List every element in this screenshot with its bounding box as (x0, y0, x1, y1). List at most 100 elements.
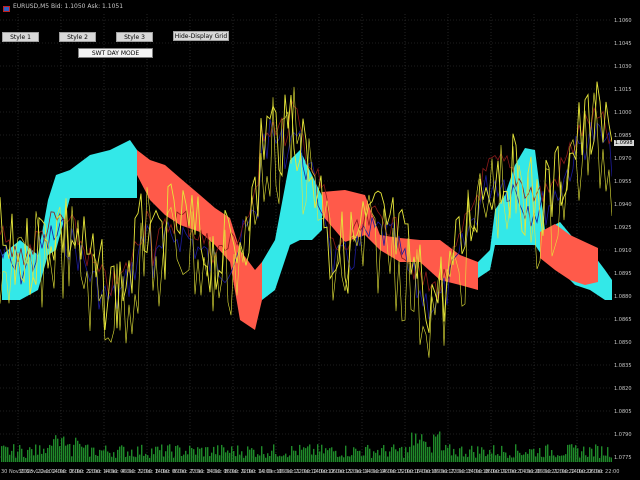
volume-bar (183, 454, 185, 462)
style-3-button[interactable]: Style 3 (116, 32, 153, 42)
chart-title: EURUSD,M5 Bid: 1.1050 Ask: 1.1051 (13, 3, 124, 10)
volume-bar (507, 457, 509, 462)
price-axis-label: 1.0835 (614, 363, 632, 369)
volume-bar (405, 447, 407, 462)
volume-bar (557, 455, 559, 462)
volume-bar (371, 457, 373, 462)
volume-bar (311, 454, 313, 462)
hide-display-grid-button[interactable]: Hide-Display Grid (173, 31, 229, 41)
volume-bar (299, 444, 301, 462)
volume-bar (315, 454, 317, 462)
chart-plot-area[interactable] (0, 0, 612, 480)
volume-bar (17, 451, 19, 462)
volume-bar (27, 449, 29, 462)
volume-bar (305, 448, 307, 462)
volume-bar (43, 448, 45, 462)
volume-bar (97, 455, 99, 462)
volume-bar (461, 446, 463, 462)
volume-bar (347, 456, 349, 462)
volume-bar (455, 454, 457, 462)
volume-bar (101, 450, 103, 462)
volume-bar (515, 444, 517, 462)
chart-title-bar: EURUSD,M5 Bid: 1.1050 Ask: 1.1051 (0, 0, 612, 13)
volume-bar (499, 455, 501, 462)
volume-bar (211, 452, 213, 462)
volume-bar (191, 448, 193, 462)
price-axis-label: 1.0940 (614, 202, 632, 208)
volume-bar (593, 456, 595, 462)
volume-bar (307, 446, 309, 462)
volume-bar (559, 455, 561, 462)
price-axis-label: 1.0850 (614, 340, 632, 346)
volume-bar (253, 449, 255, 462)
volume-bar (533, 448, 535, 462)
volume-bar (173, 457, 175, 462)
price-axis-label: 1.1060 (614, 18, 632, 24)
volume-bar (83, 447, 85, 462)
volume-bar (283, 455, 285, 462)
volume-bar (413, 445, 415, 462)
volume-bar (251, 448, 253, 462)
volume-bar (397, 451, 399, 462)
volume-bar (89, 456, 91, 462)
price-axis-label: 1.0985 (614, 133, 632, 139)
volume-bar (525, 452, 527, 462)
swt-day-mode-button[interactable]: SWT DAY MODE (78, 48, 153, 58)
price-axis-label: 1.1045 (614, 41, 632, 47)
chart-window[interactable]: EURUSD,M5 Bid: 1.1050 Ask: 1.1051 Style … (0, 0, 640, 480)
volume-bar (107, 451, 109, 462)
volume-bar (269, 455, 271, 462)
volume-bar (229, 452, 231, 462)
volume-bar (103, 450, 105, 462)
volume-bar (199, 448, 201, 462)
volume-bar (345, 445, 347, 462)
volume-bar (161, 444, 163, 462)
style-2-button[interactable]: Style 2 (59, 32, 96, 42)
volume-bar (329, 448, 331, 462)
volume-histogram (1, 431, 612, 462)
volume-bar (193, 449, 195, 462)
volume-bar (271, 450, 273, 462)
volume-bar (219, 455, 221, 462)
volume-bar (457, 456, 459, 462)
volume-bar (279, 455, 281, 462)
volume-bar (391, 447, 393, 462)
cloud-segment (137, 150, 262, 330)
volume-bar (569, 444, 571, 462)
volume-bar (87, 444, 89, 462)
volume-bar (447, 447, 449, 462)
volume-bar (289, 455, 291, 462)
volume-bar (169, 444, 171, 462)
volume-bar (385, 451, 387, 462)
volume-bar (99, 449, 101, 462)
volume-bar (29, 447, 31, 462)
volume-bar (205, 447, 207, 462)
volume-bar (139, 454, 141, 462)
volume-bar (365, 446, 367, 462)
volume-bar (597, 446, 599, 462)
volume-bar (381, 448, 383, 462)
volume-bar (23, 456, 25, 462)
volume-bar (361, 456, 363, 462)
volume-bar (459, 448, 461, 462)
price-axis-label: 1.0910 (614, 248, 632, 254)
volume-bar (333, 451, 335, 462)
volume-bar (195, 454, 197, 462)
volume-bar (247, 446, 249, 462)
volume-bar (225, 452, 227, 462)
volume-bar (531, 449, 533, 462)
volume-bar (395, 449, 397, 462)
volume-bar (469, 449, 471, 462)
volume-bar (555, 457, 557, 462)
volume-bar (519, 452, 521, 462)
time-axis-label: 22 Dec 22:00 (585, 469, 620, 475)
volume-bar (185, 450, 187, 462)
volume-bar (477, 446, 479, 462)
chart-window-icon (3, 4, 10, 12)
volume-bar (151, 448, 153, 462)
volume-bar (291, 446, 293, 462)
volume-bar (409, 446, 411, 462)
style-1-button[interactable]: Style 1 (2, 32, 39, 42)
volume-bar (357, 451, 359, 462)
volume-bar (59, 446, 61, 462)
